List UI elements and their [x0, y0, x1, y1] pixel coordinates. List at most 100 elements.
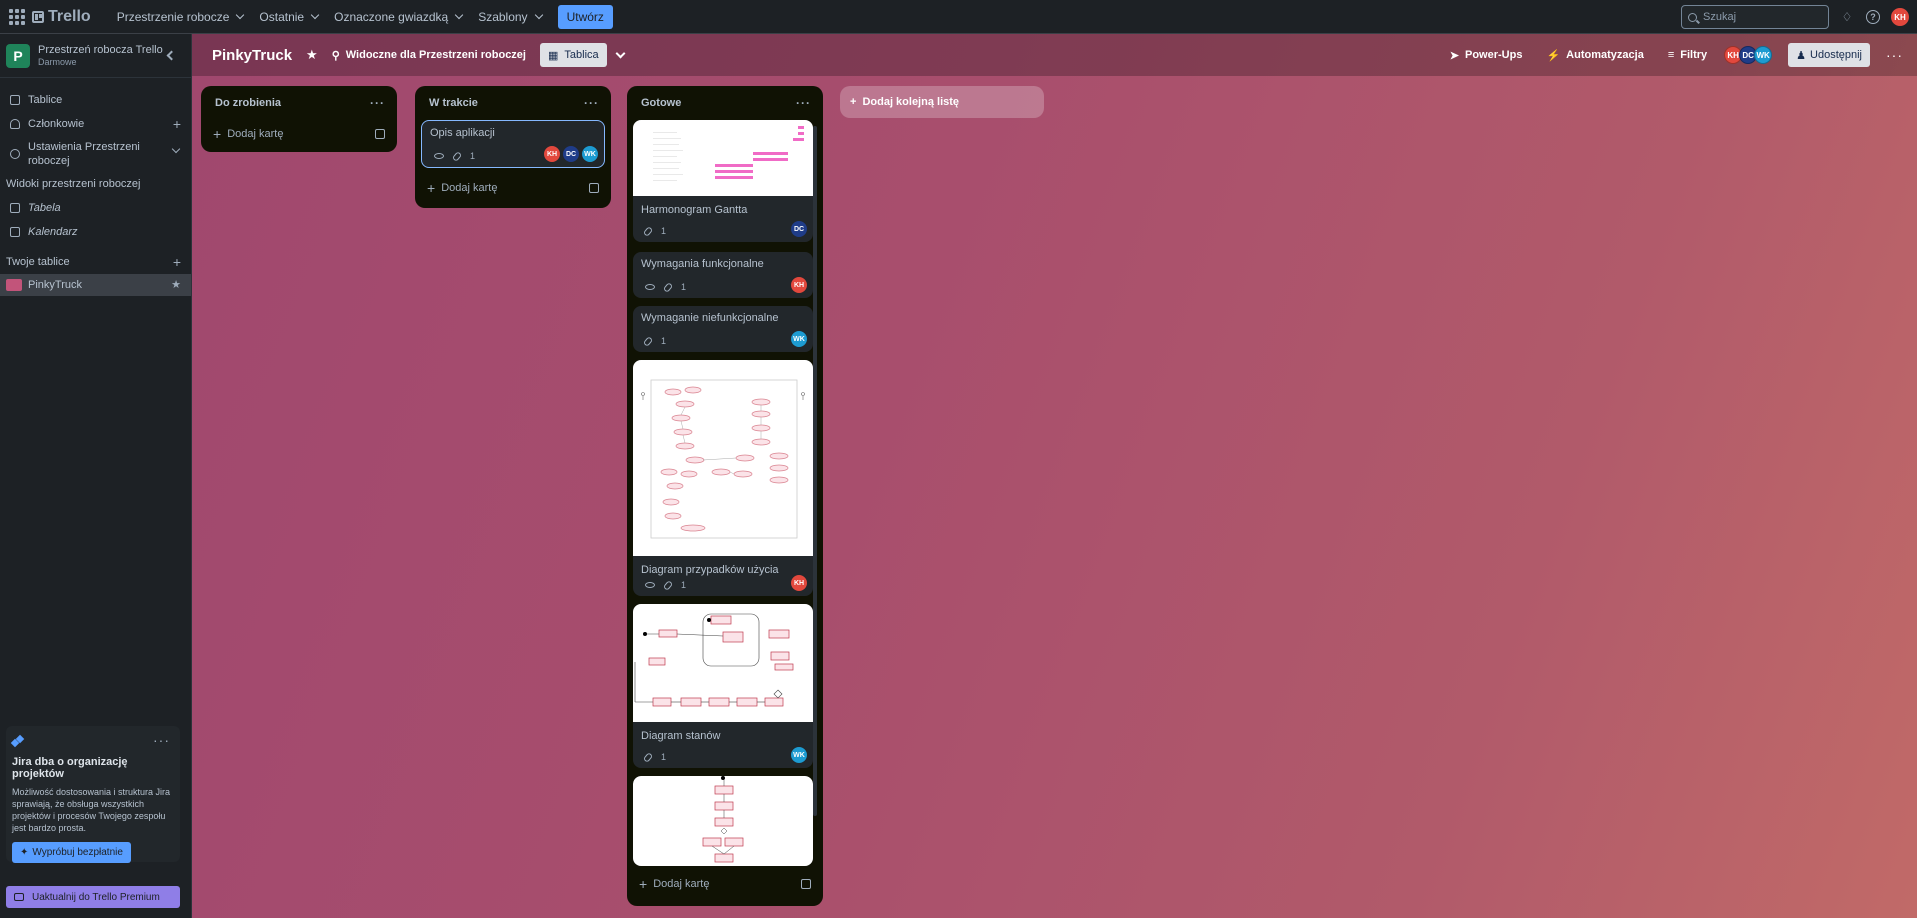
your-boards-heading: Twoje tablice + [6, 254, 181, 270]
plus-icon: + [639, 876, 648, 892]
list-menu-icon[interactable]: ··· [370, 96, 385, 110]
jira-promo: ··· Jira dba o organizację projektów Moż… [6, 726, 180, 863]
card-use-case-diagram[interactable]: Diagram przypadków użycia 1 KH [633, 360, 813, 596]
collapse-sidebar-icon[interactable] [166, 50, 177, 61]
app-switcher-icon[interactable] [8, 8, 26, 26]
member-avatar[interactable]: KH [791, 575, 807, 591]
star-icon[interactable]: ★ [171, 278, 181, 291]
template-icon[interactable] [375, 129, 385, 139]
member-avatar[interactable]: KH [544, 146, 560, 162]
add-card-button[interactable]: + Dodaj kartę [627, 870, 823, 898]
sidebar: P Przestrzeń robocza Trello Darmowe Tabl… [0, 34, 192, 918]
plus-icon: + [850, 96, 857, 108]
attachment-icon [642, 225, 654, 237]
member-avatar[interactable]: WK [1754, 46, 1773, 64]
sidebar-item-members[interactable]: Członkowie + [0, 112, 191, 136]
attachment-icon [662, 579, 674, 591]
search-input[interactable]: Szukaj [1681, 5, 1829, 29]
trello-logo[interactable]: Trello [32, 8, 91, 26]
rocket-icon: ➤ [1449, 49, 1459, 62]
board-title[interactable]: PinkyTruck [212, 47, 292, 64]
plus-icon: + [427, 180, 436, 196]
upgrade-premium-button[interactable]: Uaktualnij do Trello Premium [6, 886, 180, 908]
star-icon[interactable]: ★ [306, 47, 318, 63]
person-icon: ♟ [1796, 49, 1807, 62]
visibility-button[interactable]: ⚲ Widoczne dla Przestrzeni roboczej [328, 43, 530, 67]
add-board-icon[interactable]: + [173, 254, 181, 270]
menu-templates[interactable]: Szablony [470, 3, 549, 31]
try-free-button[interactable]: ✦ Wypróbuj bezpłatnie [12, 842, 131, 863]
person-icon [10, 119, 20, 129]
card-nonfunctional-requirements[interactable]: Wymaganie niefunkcjonalne 1 WK [633, 306, 813, 352]
search-icon [1688, 12, 1697, 22]
filter-icon: ≡ [1667, 49, 1675, 61]
help-icon[interactable]: ? [1865, 9, 1881, 25]
powerups-button[interactable]: ➤ Power-Ups [1446, 43, 1527, 67]
member-avatar[interactable]: WK [791, 747, 807, 763]
chevron-down-icon[interactable] [171, 144, 181, 154]
workspace-name[interactable]: Przestrzeń robocza Trello [38, 44, 163, 57]
list-menu-icon[interactable]: ··· [796, 96, 811, 110]
sparkle-icon: ✦ [20, 847, 29, 858]
list-title[interactable]: W trakcie ··· [415, 86, 611, 120]
sidebar-item-settings[interactable]: Ustawienia Przestrzeni roboczej [0, 136, 191, 172]
jira-title: Jira dba o organizację projektów [12, 756, 128, 780]
list-todo: Do zrobienia ··· + Dodaj kartę [201, 86, 397, 152]
sidebar-item-table[interactable]: Tabela [0, 196, 191, 220]
member-avatar[interactable]: DC [563, 146, 579, 162]
view-switcher-button[interactable]: ▦ Tablica [539, 43, 607, 67]
sidebar-board-pinkytruck[interactable]: PinkyTruck ★ [0, 274, 191, 296]
list-title[interactable]: Gotowe ··· [627, 86, 823, 120]
list-title[interactable]: Do zrobienia ··· [201, 86, 397, 120]
card-functional-requirements[interactable]: Wymagania funkcjonalne 1 KH [633, 252, 813, 298]
automation-button[interactable]: ⚡ Automatyzacja [1542, 43, 1647, 67]
template-icon[interactable] [801, 879, 811, 889]
watch-icon [645, 284, 655, 290]
menu-workspaces[interactable]: Przestrzenie robocze [109, 3, 252, 31]
more-icon[interactable]: ··· [153, 732, 170, 748]
attachment-icon [642, 751, 654, 763]
card-app-description[interactable]: Opis aplikacji 1 KH DC WK [421, 120, 605, 168]
member-avatar[interactable]: WK [582, 146, 598, 162]
add-card-button[interactable]: + Dodaj kartę [201, 120, 397, 148]
list-scrollbar[interactable] [813, 126, 817, 816]
watch-icon [645, 582, 655, 588]
views-heading: Widoki przestrzeni roboczej [6, 178, 141, 190]
trello-logo-icon [32, 10, 44, 23]
filters-button[interactable]: ≡ Filtry [1664, 43, 1711, 67]
list-menu-icon[interactable]: ··· [584, 96, 599, 110]
create-button[interactable]: Utwórz [557, 4, 613, 29]
card-gantt[interactable]: Harmonogram Gantta 1 DC [633, 120, 813, 242]
member-avatar[interactable]: DC [791, 221, 807, 237]
board-members: KH DC WK [1724, 46, 1773, 64]
calendar-icon [10, 227, 20, 237]
board-icon [10, 95, 20, 105]
state-diagram-thumbnail [633, 604, 813, 722]
card-activity-diagram[interactable] [633, 776, 813, 866]
jira-text: Możliwość dostosowania i struktura Jira … [12, 787, 171, 833]
attachment-icon [451, 150, 463, 162]
list-done: Gotowe ··· Harmonogram Gantta 1 DC Wymag… [627, 86, 823, 906]
gantt-chart-thumbnail [633, 120, 813, 196]
attachment-icon [642, 335, 654, 347]
user-avatar[interactable]: KH [1891, 8, 1909, 26]
board-thumbnail [6, 279, 22, 291]
member-avatar[interactable]: WK [791, 331, 807, 347]
sidebar-item-calendar[interactable]: Kalendarz [0, 220, 191, 244]
share-button[interactable]: ♟ Udostępnij [1788, 43, 1870, 67]
add-member-icon[interactable]: + [173, 116, 181, 132]
chevron-down-icon[interactable] [615, 48, 626, 58]
chevron-down-icon [236, 10, 245, 20]
card-state-diagram[interactable]: Diagram stanów 1 WK [633, 604, 813, 768]
menu-recent[interactable]: Ostatnie [251, 3, 326, 31]
more-icon[interactable]: ··· [1886, 47, 1903, 63]
add-card-button[interactable]: + Dodaj kartę [415, 174, 611, 202]
menu-starred[interactable]: Oznaczone gwiazdką [326, 3, 470, 31]
sidebar-item-boards[interactable]: Tablice [0, 88, 191, 112]
member-avatar[interactable]: KH [791, 277, 807, 293]
template-icon[interactable] [589, 183, 599, 193]
notifications-icon[interactable]: ♢ [1839, 9, 1855, 25]
board-icon: ▦ [547, 49, 559, 62]
add-list-button[interactable]: + Dodaj kolejną listę [840, 86, 1044, 118]
watch-icon [434, 153, 444, 159]
